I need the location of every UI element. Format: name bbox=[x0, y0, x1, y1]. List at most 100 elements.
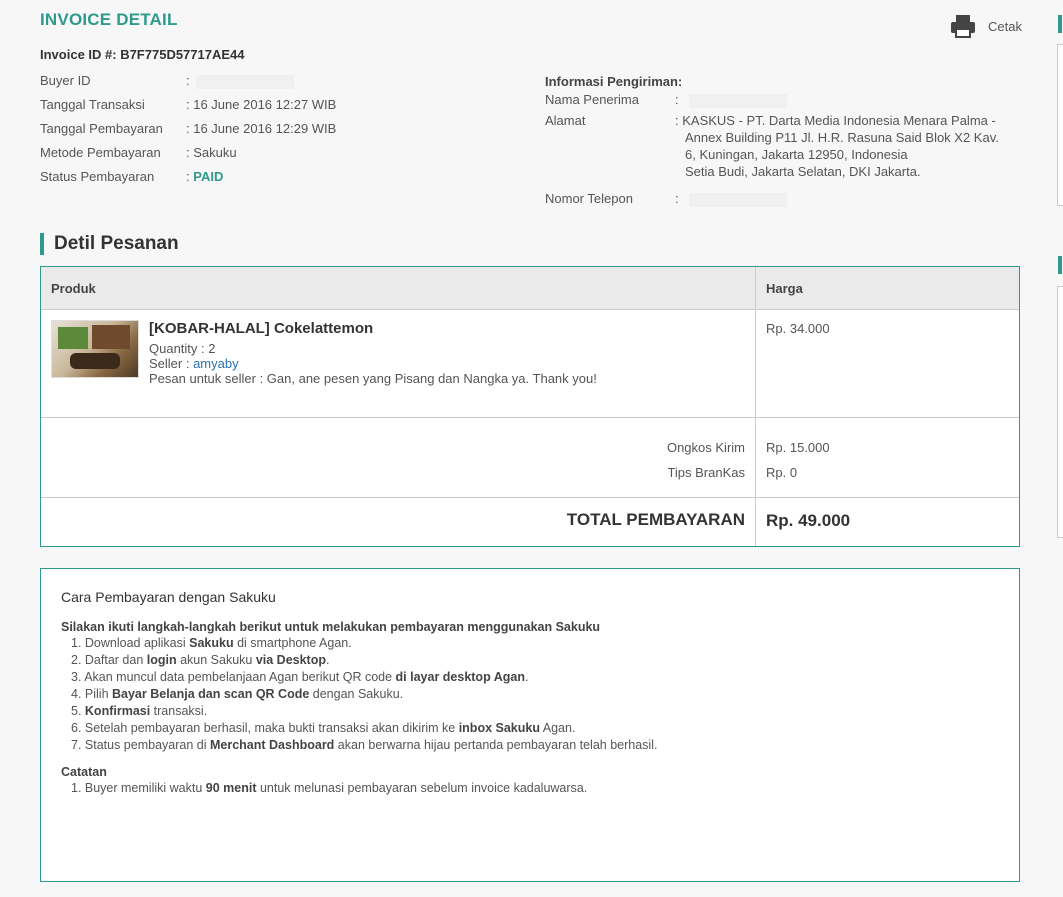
payment-step: 2. Daftar dan login akun Sakuku via Desk… bbox=[71, 652, 999, 669]
payment-step: 1. Download aplikasi Sakuku di smartphon… bbox=[71, 635, 999, 652]
shipping-fee-label: Ongkos Kirim bbox=[666, 440, 745, 455]
side-panel-marker bbox=[1058, 15, 1062, 33]
address-line: 6, Kuningan, Jakarta 12950, Indonesia bbox=[685, 147, 908, 162]
step-text: 2. Daftar dan bbox=[71, 653, 147, 667]
printer-icon bbox=[951, 15, 975, 38]
seller-message: Pesan untuk seller : Gan, ane pesen yang… bbox=[149, 371, 597, 386]
address-line: Setia Budi, Jakarta Selatan, DKI Jakarta… bbox=[685, 164, 921, 179]
meta-row-buyer-id: Buyer ID : bbox=[40, 71, 520, 95]
payment-title: Cara Pembayaran dengan Sakuku bbox=[61, 589, 276, 605]
step-text: . bbox=[326, 653, 330, 667]
payment-method: Sakuku bbox=[193, 145, 237, 160]
product-price: Rp. 34.000 bbox=[766, 321, 830, 336]
product-cell: [KOBAR-HALAL] Cokelattemon Quantity : 2 … bbox=[41, 310, 756, 417]
payment-step: 6. Setelah pembayaran berhasil, maka buk… bbox=[71, 720, 999, 737]
shipping-heading: Informasi Pengiriman: bbox=[545, 74, 683, 89]
recipient-value: : bbox=[675, 91, 1045, 109]
seller-link[interactable]: amyaby bbox=[193, 356, 239, 371]
step-text: untuk melunasi pembayaran sebelum invoic… bbox=[256, 781, 588, 795]
meta-value: : 16 June 2016 12:29 WIB bbox=[186, 121, 337, 136]
meta-value: : 16 June 2016 12:27 WIB bbox=[186, 97, 337, 112]
invoice-page: INVOICE DETAIL Cetak Invoice ID #: B7F77… bbox=[0, 0, 1063, 897]
seller-prefix: Seller : bbox=[149, 356, 194, 371]
redacted-field bbox=[195, 74, 294, 89]
address-row: Alamat : KASKUS - PT. Darta Media Indone… bbox=[545, 112, 1045, 180]
step-text: 4. Pilih bbox=[71, 687, 112, 701]
step-text: Agan. bbox=[539, 721, 576, 735]
step-text: akun Sakuku bbox=[176, 653, 256, 667]
meta-label: Buyer ID bbox=[40, 73, 91, 88]
side-panel bbox=[1057, 44, 1063, 206]
meta-row-payment-status: Status Pembayaran : PAID bbox=[40, 167, 520, 191]
recipient-label: Nama Penerima bbox=[545, 92, 639, 107]
payment-step: 4. Pilih Bayar Belanja dan scan QR Code … bbox=[71, 686, 999, 703]
invoice-meta: Buyer ID : Tanggal Transaksi : 16 June 2… bbox=[40, 71, 520, 191]
redacted-field bbox=[688, 192, 787, 207]
payment-step: 3. Akan muncul data pembelanjaan Agan be… bbox=[71, 669, 999, 686]
address-line: Annex Building P11 Jl. H.R. Rasuna Said … bbox=[685, 130, 999, 145]
emphasis-text: di layar desktop Agan bbox=[395, 670, 525, 684]
emphasis-text: via Desktop bbox=[255, 653, 326, 667]
emphasis-text: Merchant Dashboard bbox=[209, 738, 335, 752]
step-text: 7. Status pembayaran di bbox=[71, 738, 210, 752]
meta-label: Metode Pembayaran bbox=[40, 145, 161, 160]
fees-labels: Ongkos Kirim Tips BranKas bbox=[41, 418, 756, 497]
order-section-title: Detil Pesanan bbox=[40, 233, 179, 255]
payment-date: 16 June 2016 12:29 WIB bbox=[193, 121, 337, 136]
side-panel bbox=[1057, 286, 1063, 538]
shipping-fee-value: Rp. 15.000 bbox=[766, 440, 830, 455]
note-item: 1. Buyer memiliki waktu 90 menit untuk m… bbox=[71, 780, 999, 797]
step-text: 1. Buyer memiliki waktu bbox=[71, 781, 206, 795]
note-list: 1. Buyer memiliki waktu 90 menit untuk m… bbox=[71, 780, 999, 797]
page-title: INVOICE DETAIL bbox=[40, 10, 178, 29]
total-label: TOTAL PEMBAYARAN bbox=[41, 498, 756, 546]
side-panel-marker bbox=[1058, 256, 1062, 274]
meta-label: Tanggal Pembayaran bbox=[40, 121, 163, 136]
total-row: TOTAL PEMBAYARAN Rp. 49.000 bbox=[41, 498, 1019, 546]
emphasis-text: Konfirmasi bbox=[84, 704, 151, 718]
emphasis-text: 90 menit bbox=[205, 781, 257, 795]
phone-label: Nomor Telepon bbox=[545, 191, 633, 206]
meta-value: : bbox=[186, 71, 520, 95]
order-table-header: Produk Harga bbox=[41, 267, 1019, 310]
note-title: Catatan bbox=[61, 765, 107, 779]
tips-value: Rp. 0 bbox=[766, 465, 798, 480]
meta-row-transaction-date: Tanggal Transaksi : 16 June 2016 12:27 W… bbox=[40, 95, 520, 119]
transaction-date: 16 June 2016 12:27 WIB bbox=[193, 97, 337, 112]
payment-steps: 1. Download aplikasi Sakuku di smartphon… bbox=[71, 635, 999, 754]
print-button[interactable]: Cetak bbox=[950, 14, 1022, 38]
order-table: Produk Harga [KOBAR-HALAL] Cokelattemon … bbox=[40, 266, 1020, 547]
phone-value: : bbox=[675, 190, 1045, 208]
step-text: 5. bbox=[71, 704, 85, 718]
address-value: : KASKUS - PT. Darta Media Indonesia Men… bbox=[675, 112, 1045, 180]
seller-line: Seller : amyaby bbox=[149, 356, 597, 371]
meta-value: : Sakuku bbox=[186, 145, 237, 160]
status-badge: PAID bbox=[193, 169, 224, 184]
payment-intro: Silakan ikuti langkah-langkah berikut un… bbox=[61, 620, 601, 634]
recipient-row: Nama Penerima : bbox=[545, 91, 1045, 109]
total-value: Rp. 49.000 bbox=[766, 511, 851, 530]
payment-step: 7. Status pembayaran di Merchant Dashboa… bbox=[71, 737, 999, 754]
meta-row-payment-date: Tanggal Pembayaran : 16 June 2016 12:29 … bbox=[40, 119, 520, 143]
payment-step: 5. Konfirmasi transaksi. bbox=[71, 703, 999, 720]
step-text: akan berwarna hijau pertanda pembayaran … bbox=[334, 738, 658, 752]
fees-row: Ongkos Kirim Tips BranKas Rp. 15.000 Rp.… bbox=[41, 418, 1019, 498]
emphasis-text: login bbox=[146, 653, 177, 667]
product-info: [KOBAR-HALAL] Cokelattemon Quantity : 2 … bbox=[149, 320, 597, 407]
emphasis-text: Sakuku bbox=[189, 636, 234, 650]
product-name[interactable]: [KOBAR-HALAL] Cokelattemon bbox=[149, 320, 597, 337]
meta-label: Status Pembayaran bbox=[40, 169, 155, 184]
tips-label: Tips BranKas bbox=[667, 465, 745, 480]
step-text: 3. Akan muncul data pembelanjaan Agan be… bbox=[71, 670, 396, 684]
fees-values: Rp. 15.000 Rp. 0 bbox=[756, 418, 1019, 497]
meta-label: Tanggal Transaksi bbox=[40, 97, 145, 112]
emphasis-text: inbox Sakuku bbox=[458, 721, 540, 735]
invoice-id: Invoice ID #: B7F775D57717AE44 bbox=[40, 47, 245, 62]
step-text: . bbox=[524, 670, 529, 684]
address-label: Alamat bbox=[545, 113, 586, 128]
product-thumbnail[interactable] bbox=[51, 320, 139, 378]
step-text: 6. Setelah pembayaran berhasil, maka buk… bbox=[71, 721, 459, 735]
table-row: [KOBAR-HALAL] Cokelattemon Quantity : 2 … bbox=[41, 310, 1019, 418]
step-text: 1. Download aplikasi bbox=[71, 636, 190, 650]
emphasis-text: Bayar Belanja dan scan QR Code bbox=[112, 687, 310, 701]
